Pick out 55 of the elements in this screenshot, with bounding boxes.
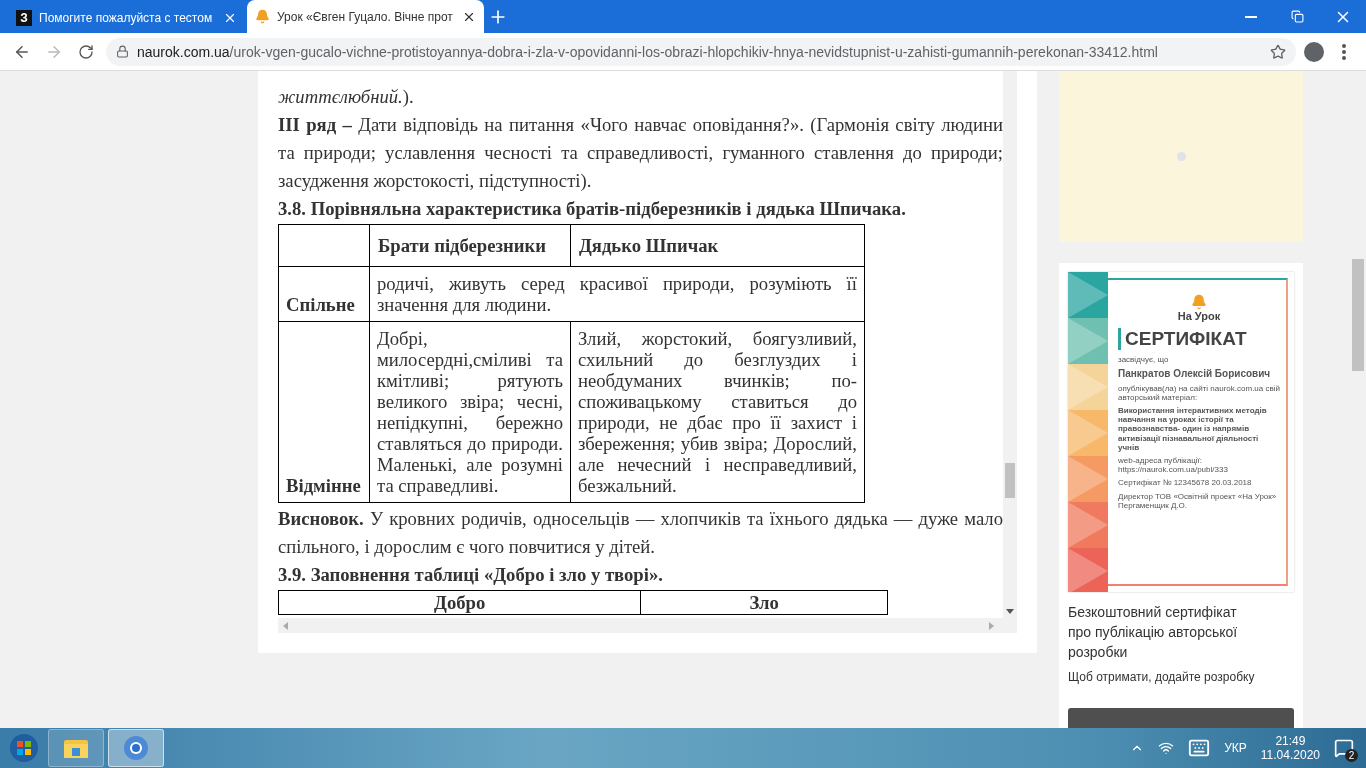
- url-text: naurok.com.ua/urok-vgen-gucalo-vichne-protistoyannya-dobra-i-zla-v-opovidanni-los-obrazi-hlopchikiv-hnya-nevidstupnist-u-zahisti-gumannih-perekonan-33412.html: [137, 43, 1158, 60]
- column-header: Дядько Шпичак: [570, 224, 865, 267]
- network-icon[interactable]: [1158, 740, 1175, 756]
- certificate-text: опублікував(ла) на сайті naurok.com.ua свій авторський матеріал:: [1118, 383, 1280, 403]
- certificate-text: Директор ТОВ «Освітній проект «На Урок» Пергаменщик Д.О.: [1118, 491, 1278, 510]
- section-heading: 3.9. Заповнення таблиці «Добро і зло у творі».: [278, 563, 664, 587]
- row-header: Відмінне: [278, 321, 370, 503]
- scrollbar-thumb[interactable]: [1005, 463, 1015, 498]
- certificate-text: Сертифікат № 12345678 20.03.2018: [1118, 478, 1253, 488]
- certificate-title: СЕРТИФІКАТ: [1118, 328, 1280, 350]
- bell-icon: [1191, 294, 1207, 310]
- brand-name: На Урок: [1177, 310, 1221, 322]
- column-header: Добро: [278, 590, 641, 615]
- browser-tab[interactable]: З Помогите пожалуйста с тестом: [8, 3, 245, 33]
- reload-icon: [78, 43, 94, 60]
- column-header: Брати підберезники: [369, 224, 571, 267]
- start-icon[interactable]: [9, 733, 39, 763]
- restore-icon: [1290, 10, 1304, 23]
- lock-icon: [116, 45, 129, 58]
- menu-icon: [1342, 43, 1346, 60]
- section-heading: 3.8. Порівняльна характеристика братів-підберезників і дядька Шпичака.: [278, 197, 907, 221]
- taskbar-app[interactable]: [48, 729, 104, 767]
- taskbar-app[interactable]: [108, 729, 164, 767]
- scroll-right-icon[interactable]: [989, 621, 994, 630]
- table-cell: Злий, жорстокий, боягузливий, схильний до безглуздих і необдуманих вчинків; по-споживацькому ставиться до природи, не дбає про її захист і збереження; убив звіра; Дорослий, але нечесний і несправедливий, безжальний.: [570, 321, 865, 503]
- table-cell: родичі, живуть серед красивої природи, розуміють її значення для людини.: [369, 266, 865, 322]
- minimize-icon: [1245, 15, 1257, 18]
- loading-dot: [1176, 152, 1186, 161]
- scroll-left-icon[interactable]: [283, 621, 288, 630]
- paragraph: життєлюбний.).: [278, 85, 415, 109]
- clock[interactable]: 21:49 11.04.2020: [1260, 734, 1320, 762]
- browser-tab[interactable]: Урок «Євген Гуцало. Вічне прот: [247, 0, 484, 33]
- certificate-text: засвідчує, що: [1118, 355, 1170, 365]
- column-header: Зло: [640, 590, 888, 615]
- bell-icon: [255, 9, 270, 24]
- certificate-text: web-адреса публікації: https://naurok.com.ua/publ/333: [1118, 456, 1229, 475]
- certificate-text: Панкратов Олексій Борисович: [1118, 368, 1272, 380]
- certificate-text: Використання інтерактивних методів навчання на уроках історії та правознавства- один із напрямів активізації пізнавальної діяльності учнів: [1118, 406, 1268, 452]
- row-header: Спільне: [278, 266, 370, 322]
- browser-icon: [123, 735, 149, 761]
- scroll-down-icon[interactable]: [1006, 609, 1014, 614]
- profile-avatar[interactable]: [1304, 41, 1324, 62]
- promo-note: Щоб отримати, додайте розробку: [1068, 670, 1256, 684]
- site-icon: З: [16, 10, 32, 26]
- paragraph: Висновок. У кровних родичів, односельців — хлопчиків та їхнього дядька — дуже мало спільного, і дорослим є чого повчитися у дітей.: [278, 507, 1003, 559]
- paragraph: III ряд – Дати відповідь на питання «Чого навчає оповідання?». (Гармонія світу людини та природи; уславлення чесності та справедливості, гуманного ставлення до природи; засудження жорстокості, підступності).: [278, 113, 1003, 193]
- star-icon[interactable]: [1270, 43, 1286, 60]
- table-cell: Добрі, милосердні,сміливі та кмітливі; рятують великого звіра; чесні, непідкупні, бережно ставляться до природи. Маленькі, але розумні та справедливі.: [369, 321, 571, 503]
- address-field[interactable]: naurok.com.ua/urok-vgen-gucalo-vichne-protistoyannya-dobra-i-zla-v-opovidanni-los-obrazi-hlopchikiv-hnya-nevidstupnist-u-zahisti-gumannih-perekonan-33412.html: [106, 37, 1296, 66]
- promo-caption: Безкоштовний сертифікат про публікацію авторської розробки: [1068, 603, 1239, 662]
- scrollbar-thumb[interactable]: [1352, 259, 1364, 371]
- language-indicator[interactable]: УКР: [1224, 741, 1247, 755]
- keyboard-icon[interactable]: [1188, 737, 1211, 759]
- folder-icon: [64, 738, 88, 758]
- notification-badge: 2: [1345, 749, 1358, 762]
